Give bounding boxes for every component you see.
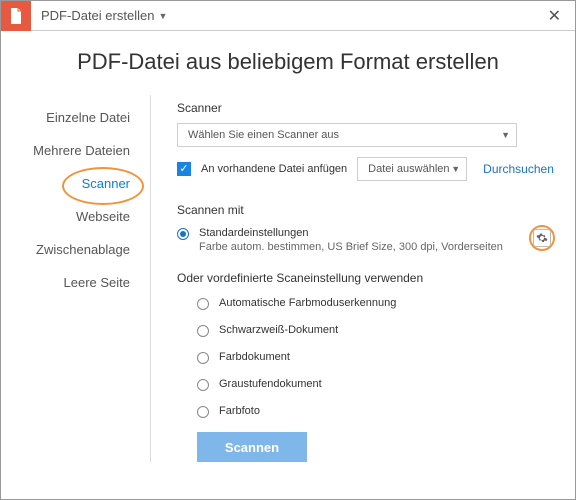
scan-with-label: Scannen mit <box>177 203 555 217</box>
option-color-doc[interactable]: Farbdokument <box>197 351 555 364</box>
option-grayscale-doc[interactable]: Graustufendokument <box>197 378 555 391</box>
settings-highlight <box>529 225 555 251</box>
default-settings-row: Standardeinstellungen Farbe autom. besti… <box>177 227 555 261</box>
sidebar-item-blank-page[interactable]: Leere Seite <box>1 266 150 299</box>
sidebar: Einzelne Datei Mehrere Dateien Scanner W… <box>1 95 151 462</box>
scanner-select-value: Wählen Sie einen Scanner aus <box>188 129 339 141</box>
option-color-photo[interactable]: Farbfoto <box>197 405 555 418</box>
chevron-down-icon: ▼ <box>501 130 510 140</box>
sidebar-item-label: Leere Seite <box>64 275 131 290</box>
scanner-section-label: Scanner <box>177 101 555 115</box>
sidebar-item-label: Mehrere Dateien <box>33 143 130 158</box>
append-row: ✓ An vorhandene Datei anfügen Datei ausw… <box>177 157 555 181</box>
radio-color-photo[interactable] <box>197 406 209 418</box>
sidebar-item-multiple-files[interactable]: Mehrere Dateien <box>1 134 150 167</box>
window-title-text: PDF-Datei erstellen <box>41 8 154 23</box>
sidebar-item-label: Zwischenablage <box>36 242 130 257</box>
sidebar-item-label: Scanner <box>82 176 130 191</box>
app-icon <box>1 1 31 31</box>
preset-list: Automatische Farbmoduserkennung Schwarzw… <box>177 297 555 418</box>
append-checkbox[interactable]: ✓ <box>177 162 191 176</box>
sidebar-item-clipboard[interactable]: Zwischenablage <box>1 233 150 266</box>
browse-link[interactable]: Durchsuchen <box>483 162 554 176</box>
radio-auto-color[interactable] <box>197 298 209 310</box>
option-label: Schwarzweiß-Dokument <box>219 324 338 336</box>
option-label: Automatische Farbmoduserkennung <box>219 297 396 309</box>
option-bw-doc[interactable]: Schwarzweiß-Dokument <box>197 324 555 337</box>
scanner-select[interactable]: Wählen Sie einen Scanner aus ▼ <box>177 123 517 147</box>
or-predefined-label: Oder vordefinierte Scaneinstellung verwe… <box>177 271 555 285</box>
chevron-down-icon: ▼ <box>158 11 167 21</box>
option-label: Standardeinstellungen <box>199 227 503 239</box>
option-label: Farbfoto <box>219 405 260 417</box>
option-label: Farbdokument <box>219 351 290 363</box>
document-icon <box>9 8 23 24</box>
append-label: An vorhandene Datei anfügen <box>201 163 347 175</box>
sidebar-item-label: Einzelne Datei <box>46 110 130 125</box>
sidebar-item-scanner[interactable]: Scanner <box>1 167 150 200</box>
radio-default-settings[interactable] <box>177 228 189 240</box>
option-auto-color[interactable]: Automatische Farbmoduserkennung <box>197 297 555 310</box>
scan-button-label: Scannen <box>225 440 279 455</box>
page-heading: PDF-Datei aus beliebigem Format erstelle… <box>1 49 575 75</box>
radio-bw-doc[interactable] <box>197 325 209 337</box>
radio-grayscale-doc[interactable] <box>197 379 209 391</box>
sidebar-item-label: Webseite <box>76 209 130 224</box>
chevron-down-icon: ▼ <box>451 164 460 174</box>
titlebar: PDF-Datei erstellen ▼ ✕ <box>1 1 575 31</box>
option-label: Graustufendokument <box>219 378 322 390</box>
file-select[interactable]: Datei auswählen ▼ <box>357 157 467 181</box>
file-select-value: Datei auswählen <box>368 163 449 175</box>
scan-button[interactable]: Scannen <box>197 432 307 462</box>
sidebar-item-single-file[interactable]: Einzelne Datei <box>1 101 150 134</box>
main-panel: Scanner Wählen Sie einen Scanner aus ▼ ✓… <box>151 95 575 462</box>
settings-button[interactable] <box>533 229 551 247</box>
close-button[interactable]: ✕ <box>542 6 567 26</box>
option-default-settings[interactable]: Standardeinstellungen Farbe autom. besti… <box>177 227 521 253</box>
option-sublabel: Farbe autom. bestimmen, US Brief Size, 3… <box>199 241 503 253</box>
window-title[interactable]: PDF-Datei erstellen ▼ <box>41 8 542 23</box>
sidebar-item-webpage[interactable]: Webseite <box>1 200 150 233</box>
gear-icon <box>536 232 548 244</box>
radio-color-doc[interactable] <box>197 352 209 364</box>
